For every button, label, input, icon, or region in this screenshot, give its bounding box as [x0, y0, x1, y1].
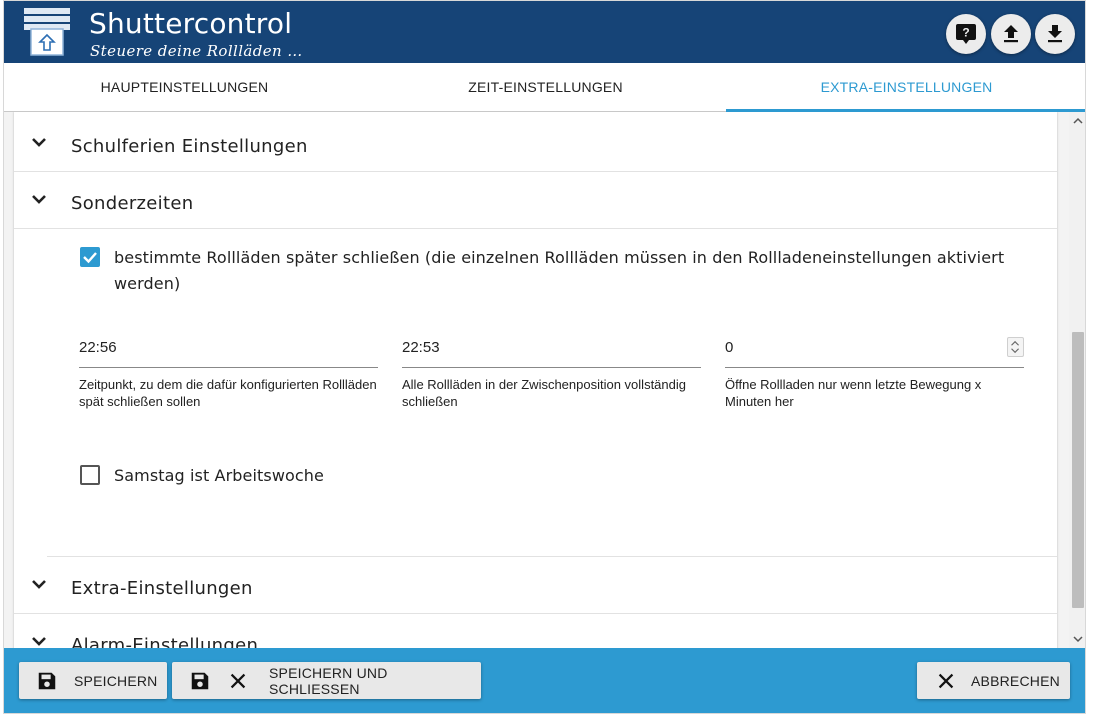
save-and-close-label: SPEICHERN UND SCHLIESSEN	[269, 664, 388, 697]
chevron-down-icon	[32, 195, 46, 204]
tab-main-settings[interactable]: HAUPTEINSTELLUNGEN	[4, 63, 365, 111]
settings-panel: Schulferien Einstellungen Sonderzeiten b…	[14, 112, 1057, 648]
scrollbar-thumb[interactable]	[1072, 332, 1084, 608]
tab-time-settings[interactable]: ZEIT-EINSTELLUNGEN	[365, 63, 726, 111]
input-underline	[725, 367, 1024, 368]
accordion-special-times[interactable]: Sonderzeiten	[14, 172, 1057, 229]
intermediate-close-time-helper: Alle Rollläden in der Zwischenposition v…	[402, 377, 686, 409]
late-close-time-value: 22:56	[79, 339, 117, 356]
upload-button[interactable]	[991, 14, 1031, 54]
accordion-title: Sonderzeiten	[71, 193, 194, 214]
shutter-logo-icon	[24, 8, 70, 56]
tab-extra-settings[interactable]: EXTRA-EINSTELLUNGEN	[726, 63, 1085, 111]
scroll-down-arrow-icon[interactable]	[1072, 634, 1084, 644]
last-movement-minutes-helper: Öffne Rollladen nur wenn letzte Bewegung…	[725, 377, 982, 409]
app-title: Shuttercontrol	[89, 7, 293, 40]
vertical-scrollbar[interactable]	[1069, 112, 1085, 648]
tab-bar: HAUPTEINSTELLUNGEN ZEIT-EINSTELLUNGEN EX…	[4, 63, 1085, 112]
save-label: SPEICHERN	[74, 672, 158, 689]
chevron-down-icon	[32, 138, 46, 147]
help-icon: ?	[956, 24, 976, 44]
cancel-button[interactable]: ABBRECHEN	[917, 662, 1070, 699]
accordion-title: Alarm-Einstellungen	[71, 635, 259, 648]
chevron-down-icon	[32, 580, 46, 589]
download-button[interactable]	[1035, 14, 1075, 54]
svg-text:?: ?	[962, 26, 969, 40]
save-icon	[191, 672, 209, 689]
input-underline	[79, 367, 378, 368]
accordion-title: Extra-Einstellungen	[71, 578, 253, 599]
close-later-label: bestimmte Rollläden später schließen (di…	[114, 248, 1005, 293]
app-header: Shuttercontrol Steuere deine Rollläden ……	[4, 1, 1085, 63]
close-icon	[938, 673, 954, 688]
close-icon	[230, 673, 246, 688]
close-later-checkbox[interactable]	[80, 247, 100, 267]
saturday-workweek-checkbox[interactable]	[80, 465, 100, 485]
content-area: Schulferien Einstellungen Sonderzeiten b…	[4, 112, 1069, 648]
number-spinner[interactable]	[1007, 337, 1024, 357]
help-button[interactable]: ?	[946, 14, 986, 54]
last-movement-minutes-value: 0	[725, 339, 734, 356]
save-and-close-button[interactable]: SPEICHERN UND SCHLIESSEN	[172, 662, 481, 699]
app-window: Shuttercontrol Steuere deine Rollläden ……	[3, 0, 1086, 714]
saturday-workweek-label: Samstag ist Arbeitswoche	[114, 466, 324, 485]
spinner-arrows-icon	[1011, 340, 1019, 354]
footer-bar: SPEICHERN SPEICHERN UND SCHLIESSEN ABBRE…	[4, 648, 1085, 713]
check-icon	[83, 252, 97, 264]
late-close-time-helper: Zeitpunkt, zu dem die dafür konfiguriert…	[79, 377, 377, 409]
accordion-school-holidays[interactable]: Schulferien Einstellungen	[14, 115, 1057, 172]
input-underline	[402, 367, 701, 368]
save-button[interactable]: SPEICHERN	[19, 662, 167, 699]
accordion-extra-settings[interactable]: Extra-Einstellungen	[14, 557, 1057, 614]
cancel-label: ABBRECHEN	[971, 672, 1060, 689]
intermediate-close-time-value: 22:53	[402, 339, 440, 356]
app-subtitle: Steuere deine Rollläden …	[90, 42, 303, 60]
accordion-alarm-settings[interactable]: Alarm-Einstellungen	[14, 614, 1057, 648]
upload-icon	[1004, 25, 1018, 43]
save-icon	[38, 672, 56, 689]
download-icon	[1048, 25, 1062, 43]
chevron-down-icon	[32, 637, 46, 646]
accordion-title: Schulferien Einstellungen	[71, 136, 308, 157]
scroll-up-arrow-icon[interactable]	[1072, 116, 1084, 126]
